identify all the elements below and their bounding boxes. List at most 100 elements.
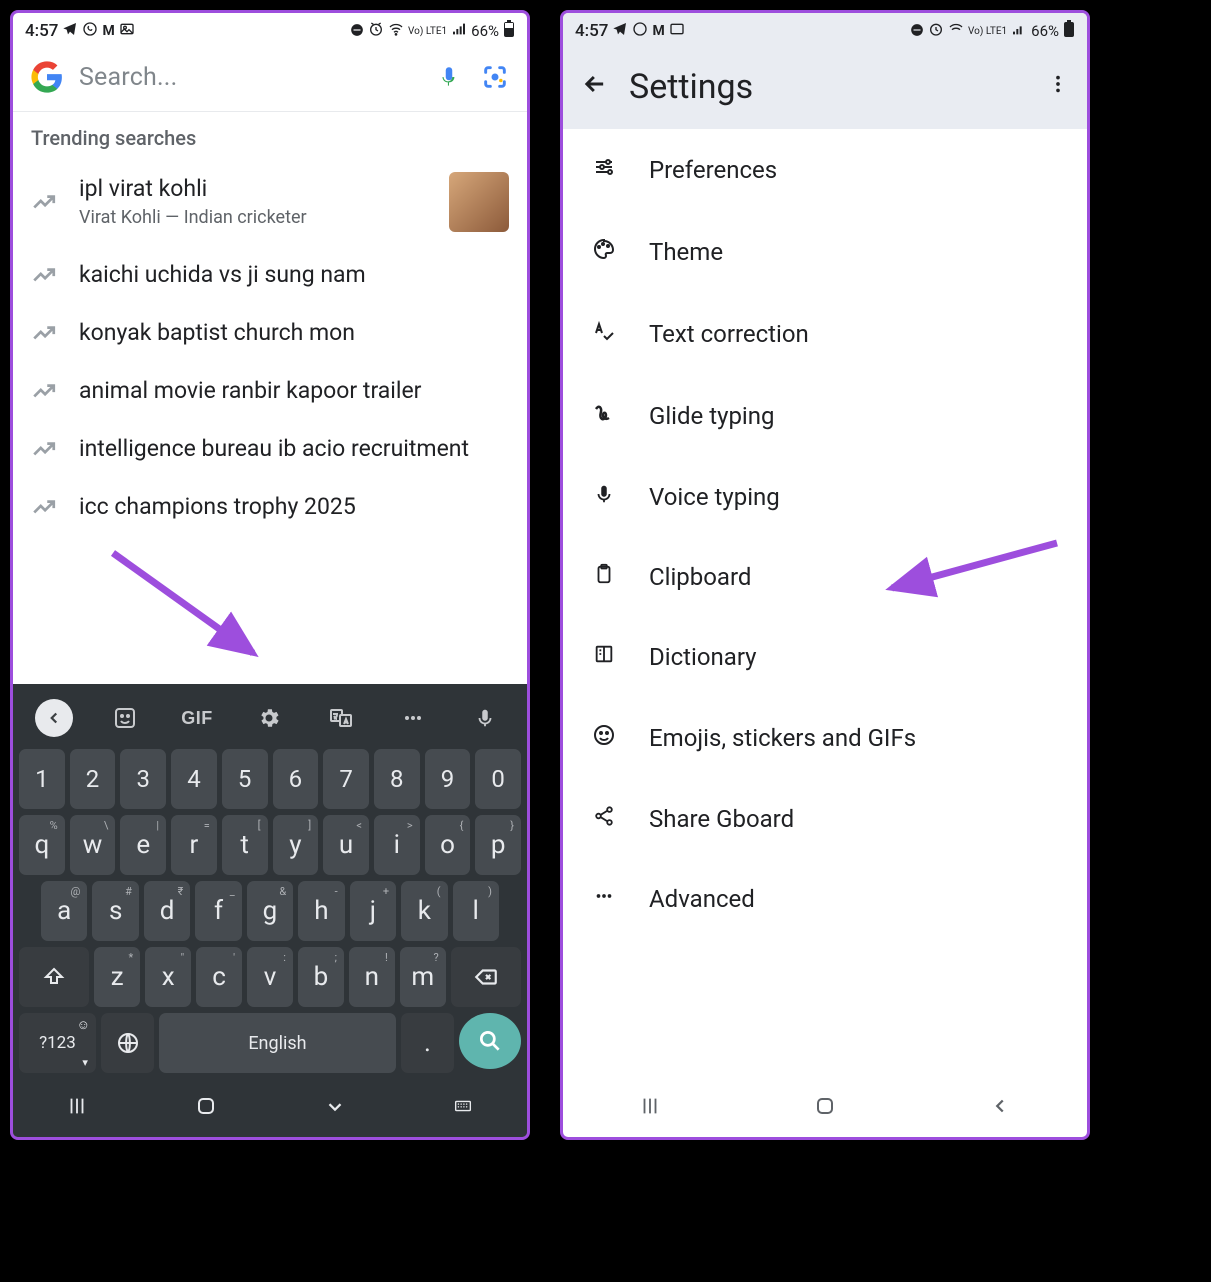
trending-title: konyak baptist church mon bbox=[79, 318, 509, 348]
symbols-key[interactable]: ?123 ☺ ▾ bbox=[19, 1013, 96, 1073]
keyboard-hide-icon[interactable] bbox=[324, 1095, 346, 1123]
key-z[interactable]: z* bbox=[94, 947, 140, 1007]
settings-item-voice-typing[interactable]: Voice typing bbox=[563, 457, 1087, 537]
key-g[interactable]: g& bbox=[247, 881, 293, 941]
status-bar: 4:57 M Vo) LTE1 66% bbox=[563, 13, 1087, 49]
key-i[interactable]: i> bbox=[374, 815, 420, 875]
trending-item[interactable]: ipl virat kohli Virat Kohli — Indian cri… bbox=[13, 158, 527, 246]
settings-item-label: Advanced bbox=[649, 885, 755, 913]
google-g-icon bbox=[29, 59, 65, 95]
key-e[interactable]: e| bbox=[120, 815, 166, 875]
key-3[interactable]: 3 bbox=[120, 749, 166, 809]
key-1[interactable]: 1 bbox=[19, 749, 65, 809]
key-0[interactable]: 0 bbox=[475, 749, 521, 809]
key-c[interactable]: c' bbox=[196, 947, 242, 1007]
key-p[interactable]: p} bbox=[475, 815, 521, 875]
key-6[interactable]: 6 bbox=[273, 749, 319, 809]
key-j[interactable]: j+ bbox=[350, 881, 396, 941]
key-b[interactable]: b; bbox=[298, 947, 344, 1007]
settings-item-glide-typing[interactable]: Glide typing bbox=[563, 375, 1087, 457]
settings-item-emojis-stickers-and-gifs[interactable]: Emojis, stickers and GIFs bbox=[563, 697, 1087, 779]
home-nav-icon[interactable] bbox=[194, 1094, 218, 1124]
key-y[interactable]: y] bbox=[273, 815, 319, 875]
key-4[interactable]: 4 bbox=[171, 749, 217, 809]
translate-icon[interactable] bbox=[321, 698, 361, 738]
key-9[interactable]: 9 bbox=[425, 749, 471, 809]
trending-subtitle: Virat Kohli — Indian cricketer bbox=[79, 206, 431, 229]
key-v[interactable]: v: bbox=[247, 947, 293, 1007]
trending-item[interactable]: konyak baptist church mon bbox=[13, 304, 527, 362]
network-label: Vo) LTE1 bbox=[408, 26, 447, 37]
key-n[interactable]: n! bbox=[349, 947, 395, 1007]
key-d[interactable]: d₹ bbox=[144, 881, 190, 941]
trending-arrow-icon bbox=[31, 376, 61, 406]
language-key[interactable] bbox=[101, 1013, 154, 1073]
trending-title: intelligence bureau ib acio recruitment bbox=[79, 434, 509, 464]
shift-key[interactable] bbox=[19, 947, 89, 1007]
trending-item[interactable]: icc champions trophy 2025 bbox=[13, 478, 527, 536]
key-k[interactable]: k( bbox=[401, 881, 447, 941]
trending-arrow-icon bbox=[31, 187, 61, 217]
settings-item-preferences[interactable]: Preferences bbox=[563, 129, 1087, 211]
settings-item-label: Theme bbox=[649, 238, 723, 266]
settings-item-clipboard[interactable]: Clipboard bbox=[563, 537, 1087, 617]
whatsapp-icon bbox=[82, 21, 98, 41]
lens-icon[interactable] bbox=[479, 61, 511, 93]
mic-icon[interactable] bbox=[465, 698, 505, 738]
back-nav-icon[interactable] bbox=[989, 1095, 1011, 1123]
palette-icon bbox=[589, 237, 619, 267]
search-key[interactable] bbox=[459, 1013, 521, 1069]
settings-item-theme[interactable]: Theme bbox=[563, 211, 1087, 293]
keyboard-collapse-button[interactable] bbox=[35, 699, 73, 737]
settings-item-share-gboard[interactable]: Share Gboard bbox=[563, 779, 1087, 859]
settings-item-advanced[interactable]: Advanced bbox=[563, 859, 1087, 939]
sticker-icon[interactable] bbox=[105, 698, 145, 738]
back-button[interactable] bbox=[581, 70, 609, 105]
key-u[interactable]: u< bbox=[323, 815, 369, 875]
keyboard-switch-icon[interactable] bbox=[452, 1095, 474, 1123]
key-m[interactable]: m? bbox=[400, 947, 446, 1007]
key-x[interactable]: x" bbox=[145, 947, 191, 1007]
photo-icon bbox=[669, 21, 685, 41]
key-w[interactable]: w\ bbox=[70, 815, 116, 875]
gif-icon[interactable]: GIF bbox=[177, 698, 217, 738]
recents-nav-icon[interactable] bbox=[639, 1095, 661, 1123]
key-s[interactable]: s# bbox=[92, 881, 138, 941]
period-key[interactable]: . bbox=[401, 1013, 454, 1073]
trending-item[interactable]: animal movie ranbir kapoor trailer bbox=[13, 362, 527, 420]
key-a[interactable]: a@ bbox=[41, 881, 87, 941]
settings-item-text-correction[interactable]: Text correction bbox=[563, 293, 1087, 375]
spellcheck-icon bbox=[589, 319, 619, 349]
key-f[interactable]: f_ bbox=[195, 881, 241, 941]
key-q[interactable]: q% bbox=[19, 815, 65, 875]
dnd-icon bbox=[910, 22, 924, 41]
telegram-icon bbox=[62, 21, 78, 41]
trending-title: animal movie ranbir kapoor trailer bbox=[79, 376, 509, 406]
voice-search-icon[interactable] bbox=[433, 61, 465, 93]
key-5[interactable]: 5 bbox=[222, 749, 268, 809]
key-t[interactable]: t[ bbox=[222, 815, 268, 875]
settings-icon[interactable] bbox=[249, 698, 289, 738]
signal-icon bbox=[451, 21, 467, 41]
settings-item-dictionary[interactable]: Dictionary bbox=[563, 617, 1087, 697]
key-8[interactable]: 8 bbox=[374, 749, 420, 809]
search-bar[interactable]: Search... bbox=[13, 49, 527, 112]
recents-nav-icon[interactable] bbox=[66, 1095, 88, 1123]
annotation-arrow bbox=[103, 543, 283, 673]
trending-item[interactable]: kaichi uchida vs ji sung nam bbox=[13, 246, 527, 304]
dnd-icon bbox=[350, 22, 364, 41]
home-nav-icon[interactable] bbox=[813, 1094, 837, 1124]
more-icon[interactable] bbox=[393, 698, 433, 738]
overflow-menu-icon[interactable] bbox=[1047, 73, 1069, 101]
key-l[interactable]: l) bbox=[453, 881, 499, 941]
trending-title: kaichi uchida vs ji sung nam bbox=[79, 260, 509, 290]
key-2[interactable]: 2 bbox=[70, 749, 116, 809]
key-r[interactable]: r= bbox=[171, 815, 217, 875]
backspace-key[interactable] bbox=[451, 947, 521, 1007]
space-key[interactable]: English bbox=[159, 1013, 396, 1073]
key-h[interactable]: h- bbox=[298, 881, 344, 941]
trending-item[interactable]: intelligence bureau ib acio recruitment bbox=[13, 420, 527, 478]
key-7[interactable]: 7 bbox=[323, 749, 369, 809]
key-o[interactable]: o{ bbox=[425, 815, 471, 875]
search-input[interactable]: Search... bbox=[79, 63, 419, 92]
